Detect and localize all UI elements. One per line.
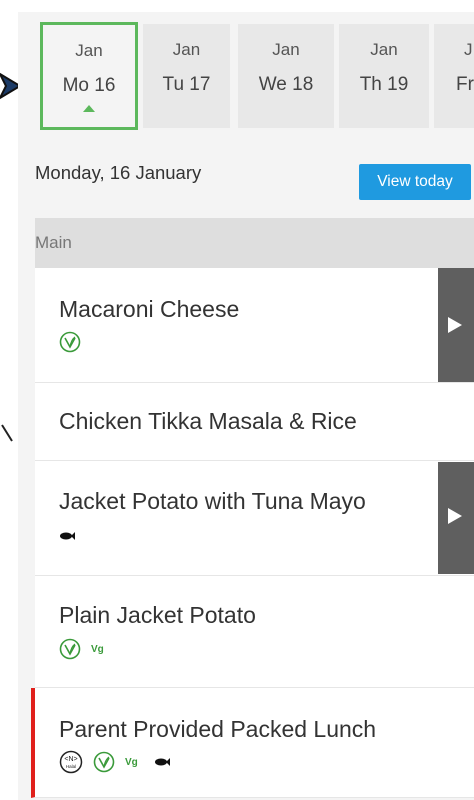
svg-text:<N>: <N> (64, 756, 77, 763)
dietary-icons (59, 531, 75, 541)
view-today-button[interactable]: View today (359, 164, 471, 200)
date-tab-month: Jan (272, 40, 300, 59)
date-tab[interactable]: J Fr (434, 24, 474, 128)
expand-button[interactable] (438, 462, 474, 574)
date-tab[interactable]: Jan Th 19 (339, 24, 429, 128)
date-tab[interactable]: Jan We 18 (238, 24, 334, 128)
side-mark-icon (1, 424, 13, 442)
date-tab-month: J (464, 40, 473, 59)
vegan-icon: Vg (125, 756, 138, 768)
date-tab-day: Tu 17 (162, 74, 211, 95)
date-tab-selected[interactable]: Jan Mo 16 (40, 22, 138, 130)
menu-item-name: Chicken Tikka Masala & Rice (59, 408, 357, 434)
date-tab-month: Jan (370, 40, 398, 59)
date-tab[interactable]: Jan Tu 17 (143, 24, 230, 128)
menu-item[interactable]: Macaroni Cheese (35, 268, 474, 383)
date-tab-day: Fr (456, 74, 474, 95)
menu-list: Macaroni Cheese Chicken Tikka Masala & R… (31, 268, 474, 798)
menu-item[interactable]: Jacket Potato with Tuna Mayo (35, 461, 474, 576)
date-tab-day: Th 19 (359, 74, 409, 95)
expand-arrow-icon (448, 508, 462, 524)
selected-date-title: Monday, 16 January (35, 162, 202, 183)
category-label: Main (35, 233, 72, 252)
menu-item-name: Plain Jacket Potato (59, 602, 256, 628)
vegetarian-icon (93, 751, 115, 773)
menu-item-name: Macaroni Cheese (59, 296, 240, 322)
menu-item-name: Jacket Potato with Tuna Mayo (59, 488, 366, 514)
vegetarian-icon (59, 638, 81, 660)
expand-arrow-icon (448, 317, 462, 333)
menu-item-name: Parent Provided Packed Lunch (59, 716, 377, 742)
date-tab-day: We 18 (258, 74, 314, 95)
vegan-icon: Vg (91, 643, 104, 655)
vegetarian-icon (59, 331, 81, 353)
date-tab-month: Jan (172, 40, 201, 59)
fish-icon (60, 532, 75, 540)
date-tab-day: Mo 16 (62, 75, 116, 96)
date-strip: Jan Mo 16 Jan Tu 17 Jan We 18 Jan Th 19 … (22, 12, 474, 130)
dietary-icons: <N> Halal Vg (59, 750, 170, 774)
selected-caret-icon (83, 105, 95, 112)
date-tab-month: Jan (75, 41, 103, 60)
category-header: Main (35, 218, 474, 268)
halal-icon-label: Halal (66, 764, 76, 769)
halal-icon: <N> Halal (59, 750, 83, 774)
menu-item[interactable]: Chicken Tikka Masala & Rice (35, 383, 474, 461)
dietary-icons (59, 331, 81, 353)
dietary-icons: Vg (59, 638, 104, 660)
menu-item[interactable]: Plain Jacket Potato Vg (35, 576, 474, 688)
expand-button[interactable] (438, 268, 474, 382)
fish-icon (154, 758, 170, 766)
menu-item[interactable]: Parent Provided Packed Lunch <N> Halal V… (31, 688, 474, 798)
